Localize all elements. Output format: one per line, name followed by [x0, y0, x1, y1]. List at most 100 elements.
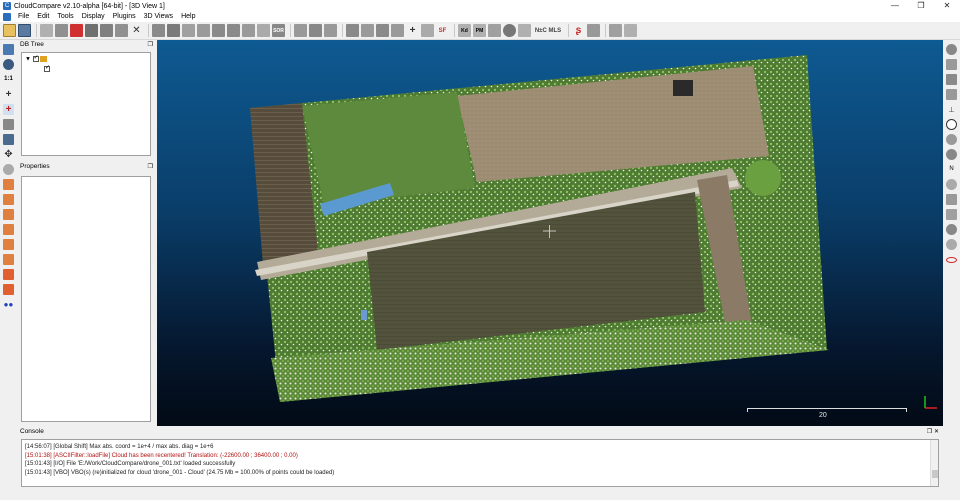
restore-button[interactable]: ❐ [908, 0, 934, 12]
pan-icon[interactable]: ✥ [3, 149, 14, 160]
bottom-view-icon[interactable] [3, 254, 14, 265]
sphere-icon[interactable] [503, 24, 516, 37]
map-icon[interactable] [946, 74, 957, 85]
tree-root-item[interactable]: ▼ [25, 54, 48, 63]
db-view-icon[interactable] [624, 24, 637, 37]
iso-view-1-icon[interactable] [3, 269, 14, 280]
dome-icon[interactable] [946, 239, 957, 250]
view-mode-icon[interactable] [946, 44, 957, 55]
root-visibility-checkbox[interactable] [32, 54, 39, 62]
db-tree-title: DB Tree [20, 41, 44, 48]
db-tree-panel[interactable]: ▼ [21, 52, 151, 156]
ncmls-icon[interactable]: N±C MLS [533, 24, 563, 37]
camera-icon[interactable] [3, 59, 14, 70]
menu-edit[interactable]: Edit [33, 12, 53, 22]
db-tree-header: DB Tree ❐ [17, 40, 156, 50]
menu-tools[interactable]: Tools [53, 12, 77, 22]
pca-icon[interactable] [587, 24, 600, 37]
globe-icon[interactable] [946, 224, 957, 235]
merge-icon[interactable] [55, 24, 68, 37]
scalar-field-icon[interactable]: SF [436, 24, 449, 37]
subsample-icon[interactable] [152, 24, 165, 37]
layer-icon[interactable] [946, 89, 957, 100]
zoom-icon[interactable] [3, 164, 14, 175]
expand-arrow-icon[interactable]: ▼ [25, 57, 31, 63]
console-scroll-thumb[interactable] [932, 470, 938, 478]
stereo-icon[interactable]: ●● [3, 299, 14, 310]
console-panel[interactable]: [14:56:07] [Global Shift] Max abs. coord… [21, 439, 939, 487]
normals-icon[interactable] [518, 24, 531, 37]
delete-icon[interactable]: ✕ [130, 24, 143, 37]
screen-icon[interactable] [946, 59, 957, 70]
right-view-icon[interactable] [3, 224, 14, 235]
back-view-icon[interactable] [3, 194, 14, 205]
console-scrollbar[interactable] [930, 440, 938, 486]
rotation-center-icon[interactable]: + [3, 104, 14, 115]
measure-icon[interactable]: ⟂ [946, 104, 957, 115]
sf-filter-icon[interactable] [376, 24, 389, 37]
front-view-icon[interactable] [3, 179, 14, 190]
snapshot-icon[interactable] [294, 24, 307, 37]
open-icon[interactable] [3, 24, 16, 37]
qs-icon[interactable]: ʂ [572, 24, 585, 37]
distance-icon[interactable] [212, 24, 225, 37]
add-sf-icon[interactable]: + [406, 24, 419, 37]
lighting-icon[interactable] [3, 134, 14, 145]
sf-gradient-icon[interactable] [361, 24, 374, 37]
toolbar-separator [148, 24, 149, 37]
top-view-icon[interactable] [3, 239, 14, 250]
3d-view[interactable]: 20 [157, 40, 943, 426]
iso-view-2-icon[interactable] [3, 284, 14, 295]
pick-rotation-center-icon[interactable] [100, 24, 113, 37]
compass-icon[interactable] [946, 119, 957, 130]
float-icon[interactable]: ❐ [148, 40, 153, 50]
move-icon[interactable] [309, 24, 322, 37]
tree-cloud-item[interactable] [44, 64, 50, 73]
scalar-field-filter-icon[interactable] [242, 24, 255, 37]
compute-normals-icon[interactable] [182, 24, 195, 37]
main-toolbar: ✕ SOR + SF Kd PM N±C MLS ʂ [0, 22, 960, 40]
cloud-to-mesh-icon[interactable] [227, 24, 240, 37]
center-icon[interactable]: + [3, 89, 14, 100]
sor-icon[interactable]: SOR [272, 24, 285, 37]
left-view-icon[interactable] [3, 209, 14, 220]
perspective-icon[interactable] [3, 119, 14, 130]
ruler-icon[interactable] [946, 209, 957, 220]
zoom-one-to-one-icon[interactable]: 1:1 [3, 74, 14, 85]
ellipse-icon[interactable] [946, 257, 957, 263]
menu-file[interactable]: File [14, 12, 33, 22]
cloud-visibility-checkbox[interactable] [44, 64, 50, 72]
crop-icon[interactable] [324, 24, 337, 37]
kdtree-icon[interactable]: Kd [458, 24, 471, 37]
cube-icon[interactable] [488, 24, 501, 37]
sf-smooth-icon[interactable] [421, 24, 434, 37]
csf-icon[interactable] [257, 24, 270, 37]
menu-help[interactable]: Help [177, 12, 199, 22]
toolbar-separator [568, 24, 569, 37]
console-view-icon[interactable] [609, 24, 622, 37]
sf-arithmetic-icon[interactable] [391, 24, 404, 37]
registration-icon[interactable] [197, 24, 210, 37]
sample-mesh-icon[interactable] [167, 24, 180, 37]
bubble-icon[interactable] [946, 194, 957, 205]
north-icon[interactable]: N [946, 164, 957, 175]
point-picking-icon[interactable] [115, 24, 128, 37]
translate-rotate-icon[interactable] [70, 24, 83, 37]
save-icon[interactable] [18, 24, 31, 37]
float-icon[interactable]: ❐ [148, 162, 153, 172]
menu-plugins[interactable]: Plugins [109, 12, 140, 22]
new-view-icon[interactable] [3, 44, 14, 55]
light-icon[interactable] [946, 149, 957, 160]
menu-display[interactable]: Display [78, 12, 109, 22]
sun-icon[interactable] [946, 179, 957, 190]
shield-icon[interactable] [946, 134, 957, 145]
minimize-button[interactable]: — [882, 0, 908, 12]
poisson-mesh-icon[interactable]: PM [473, 24, 486, 37]
segment-icon[interactable] [85, 24, 98, 37]
histogram-icon[interactable] [346, 24, 359, 37]
console-float-close-icons[interactable]: ❐ ✕ [927, 427, 939, 437]
close-button[interactable]: ✕ [934, 0, 960, 12]
clone-icon[interactable] [40, 24, 53, 37]
properties-panel[interactable] [21, 176, 151, 422]
menu-3d-views[interactable]: 3D Views [140, 12, 177, 22]
